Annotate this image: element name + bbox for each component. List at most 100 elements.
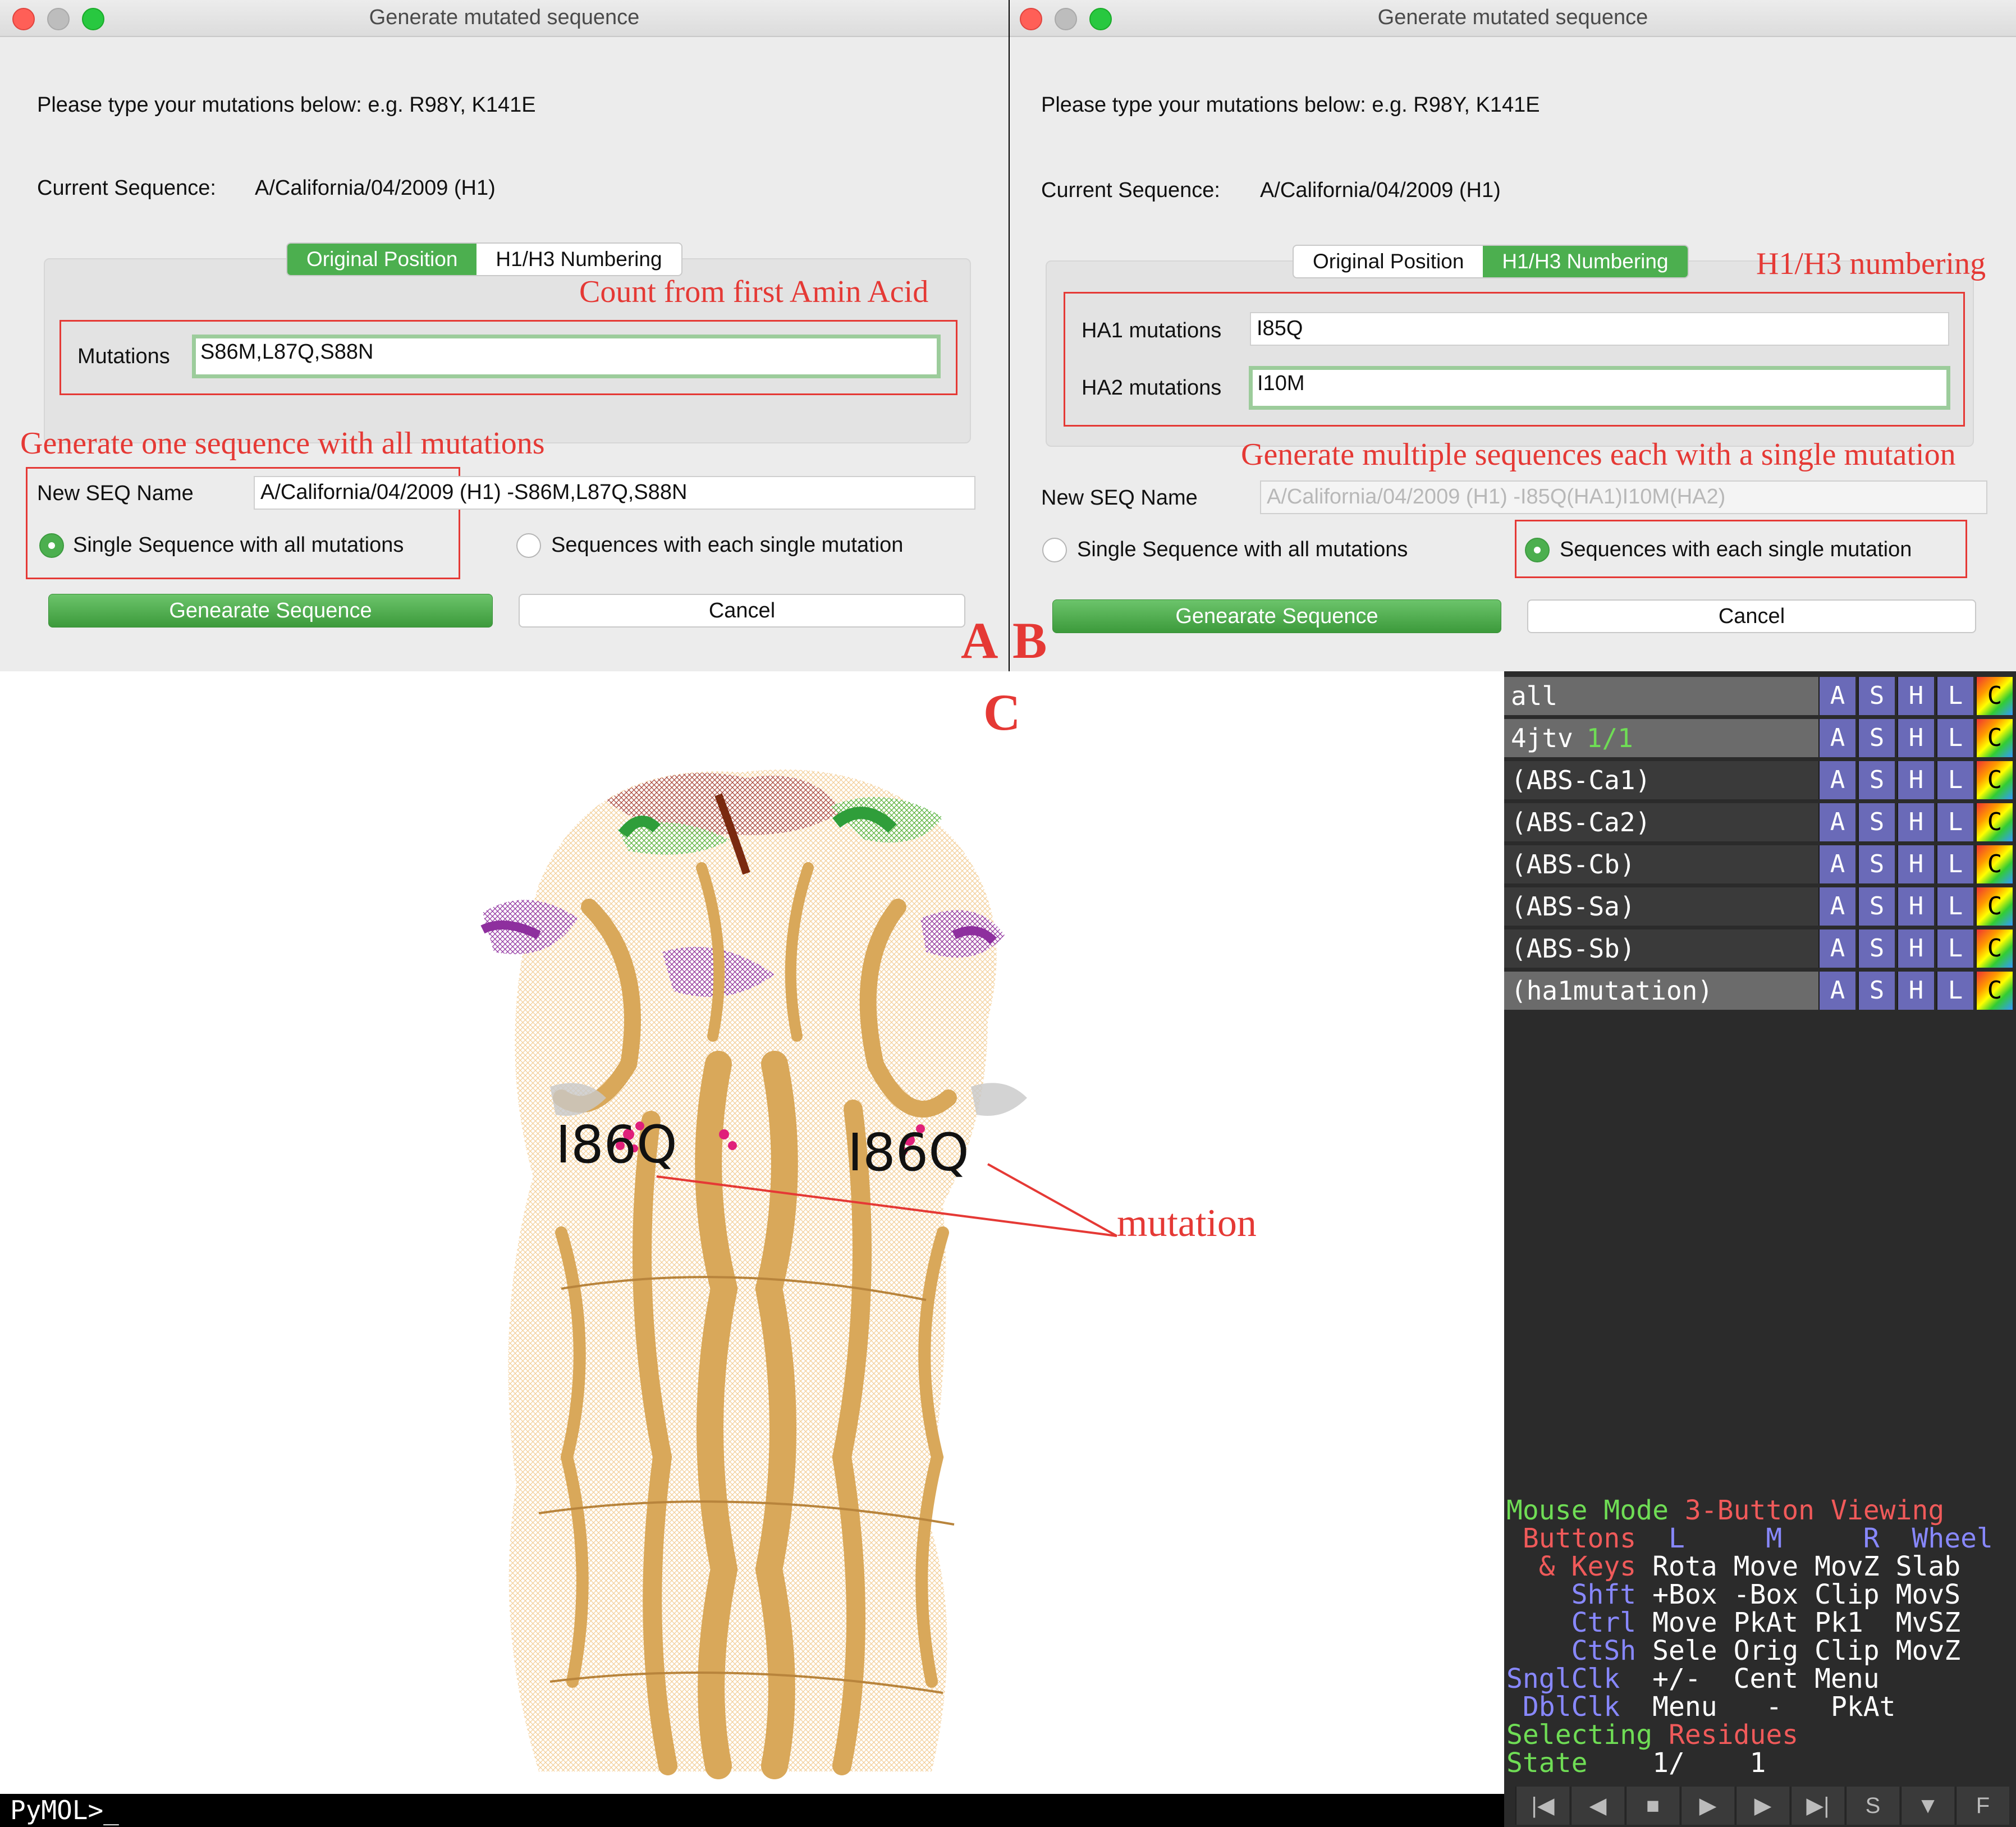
object-button-l[interactable]: L <box>1936 845 1973 883</box>
current-sequence-value: A/California/04/2009 (H1) <box>255 176 496 200</box>
tab-original-position[interactable]: Original Position <box>287 244 477 275</box>
object-button-c[interactable]: C <box>1976 677 2013 715</box>
object-button-a[interactable]: A <box>1818 929 1855 968</box>
radio-single-sequence[interactable] <box>1042 538 1067 562</box>
object-button-h[interactable]: H <box>1897 887 1934 926</box>
object-button-s[interactable]: S <box>1858 719 1895 757</box>
mouse-mode-label: Mouse Mode <box>1506 1495 1685 1526</box>
object-label: (ABS-Ca1) <box>1511 765 1651 795</box>
object-button-c[interactable]: C <box>1976 972 2013 1010</box>
object-button-l[interactable]: L <box>1936 677 1973 715</box>
object-name-0[interactable]: all <box>1504 677 1818 715</box>
object-button-s[interactable]: S <box>1858 803 1895 841</box>
object-button-c[interactable]: C <box>1976 761 2013 799</box>
tab-original-position[interactable]: Original Position <box>1294 246 1483 277</box>
object-name-6[interactable]: (ABS-Sb) <box>1504 929 1818 968</box>
object-button-s[interactable]: S <box>1858 761 1895 799</box>
generate-sequence-button[interactable]: Genearate Sequence <box>48 594 493 628</box>
annotation-generate-multiple: Generate multiple sequences each with a … <box>1241 437 1956 472</box>
object-button-a[interactable]: A <box>1818 845 1855 883</box>
object-button-h[interactable]: H <box>1897 719 1934 757</box>
object-name-4[interactable]: (ABS-Cb) <box>1504 845 1818 883</box>
object-button-a[interactable]: A <box>1818 677 1855 715</box>
object-button-s[interactable]: S <box>1858 887 1895 926</box>
radio-each-mutation[interactable] <box>1525 538 1550 562</box>
tab-h1h3-numbering[interactable]: H1/H3 Numbering <box>476 244 681 275</box>
cancel-button[interactable]: Cancel <box>1527 599 1976 633</box>
player-back-button[interactable]: ◀ <box>1570 1787 1624 1825</box>
object-button-l[interactable]: L <box>1936 887 1973 926</box>
object-button-h[interactable]: H <box>1897 803 1934 841</box>
dialog-original-position: Generate mutated sequence Please type yo… <box>0 0 1009 671</box>
ha1-input[interactable]: I85Q <box>1250 312 1949 346</box>
player-stop-button[interactable]: ■ <box>1625 1787 1679 1825</box>
object-button-l[interactable]: L <box>1936 972 1973 1010</box>
object-button-c[interactable]: C <box>1976 929 2013 968</box>
sngl-row: +/- Cent Menu <box>1620 1663 1880 1695</box>
object-button-c[interactable]: C <box>1976 719 2013 757</box>
player-scene-button[interactable]: S <box>1845 1787 1899 1825</box>
annotation-h1h3: H1/H3 numbering <box>1756 246 1986 281</box>
player-menu-button[interactable]: ▼ <box>1900 1787 1954 1825</box>
generate-sequence-button[interactable]: Genearate Sequence <box>1052 599 1501 633</box>
object-name-3[interactable]: (ABS-Ca2) <box>1504 803 1818 841</box>
object-label: (ABS-Cb) <box>1511 849 1635 880</box>
ha1-label: HA1 mutations <box>1082 319 1222 342</box>
object-button-c[interactable]: C <box>1976 887 2013 926</box>
object-name-1[interactable]: 4jtv 1/1 <box>1504 719 1818 757</box>
mutations-input[interactable]: S86M,L87Q,S88N <box>192 335 941 378</box>
command-line[interactable]: PyMOL>_ <box>0 1794 1504 1827</box>
object-button-s[interactable]: S <box>1858 972 1895 1010</box>
state-value: 1/ 1 <box>1587 1747 1766 1779</box>
object-button-c[interactable]: C <box>1976 803 2013 841</box>
window-title: Generate mutated sequence <box>369 6 640 29</box>
object-name-7[interactable]: (ha1mutation) <box>1504 972 1818 1010</box>
player-play-button[interactable]: ▶ <box>1680 1787 1734 1825</box>
new-seq-input[interactable]: A/California/04/2009 (H1) -I85Q(HA1)I10M… <box>1260 480 1987 514</box>
cancel-button[interactable]: Cancel <box>519 594 965 628</box>
new-seq-label: New SEQ Name <box>1041 486 1198 510</box>
object-button-l[interactable]: L <box>1936 761 1973 799</box>
object-button-l[interactable]: L <box>1936 803 1973 841</box>
object-button-h[interactable]: H <box>1897 677 1934 715</box>
object-button-h[interactable]: H <box>1897 761 1934 799</box>
object-button-a[interactable]: A <box>1818 972 1855 1010</box>
object-button-l[interactable]: L <box>1936 929 1973 968</box>
player-rewind-button[interactable]: |◀ <box>1515 1787 1569 1825</box>
title-bar: Generate mutated sequence <box>1010 0 2016 37</box>
radio-single-sequence[interactable] <box>39 533 64 558</box>
object-button-h[interactable]: H <box>1897 972 1934 1010</box>
annotation-count: Count from first Amin Acid <box>579 274 929 309</box>
selecting-value[interactable]: Residues <box>1669 1719 1798 1751</box>
ha2-input[interactable]: I10M <box>1249 366 1950 410</box>
object-button-h[interactable]: H <box>1897 929 1934 968</box>
molecular-viewport[interactable]: C I86Q I86Q mutation <box>0 671 1504 1794</box>
object-name-5[interactable]: (ABS-Sa) <box>1504 887 1818 926</box>
panel-label-a: A <box>961 612 998 669</box>
radio-each-mutation[interactable] <box>516 533 541 558</box>
object-button-s[interactable]: S <box>1858 845 1895 883</box>
dialog-h1h3-numbering: Generate mutated sequence Please type yo… <box>1010 0 2016 671</box>
object-button-a[interactable]: A <box>1818 719 1855 757</box>
state-label: State <box>1506 1747 1588 1779</box>
object-button-h[interactable]: H <box>1897 845 1934 883</box>
residue-label-right: I86Q <box>847 1123 969 1183</box>
object-button-a[interactable]: A <box>1818 803 1855 841</box>
object-button-l[interactable]: L <box>1936 719 1973 757</box>
player-fullscreen-button[interactable]: F <box>1955 1787 2009 1825</box>
player-forward-button[interactable]: ▶ <box>1735 1787 1789 1825</box>
object-button-s[interactable]: S <box>1858 677 1895 715</box>
numbering-tabs: Original Position H1/H3 Numbering <box>1293 245 1689 278</box>
mouse-mode-value: 3-Button Viewing <box>1684 1495 1945 1526</box>
annotation-generate-one: Generate one sequence with all mutations <box>20 426 545 461</box>
residue-label-left: I86Q <box>556 1115 677 1175</box>
object-button-a[interactable]: A <box>1818 761 1855 799</box>
object-button-a[interactable]: A <box>1818 887 1855 926</box>
new-seq-input[interactable]: A/California/04/2009 (H1) -S86M,L87Q,S88… <box>254 476 975 510</box>
instructions-text: Please type your mutations below: e.g. R… <box>1041 93 1540 117</box>
object-name-2[interactable]: (ABS-Ca1) <box>1504 761 1818 799</box>
player-end-button[interactable]: ▶| <box>1790 1787 1844 1825</box>
object-button-c[interactable]: C <box>1976 845 2013 883</box>
object-button-s[interactable]: S <box>1858 929 1895 968</box>
tab-h1h3-numbering[interactable]: H1/H3 Numbering <box>1483 246 1688 277</box>
